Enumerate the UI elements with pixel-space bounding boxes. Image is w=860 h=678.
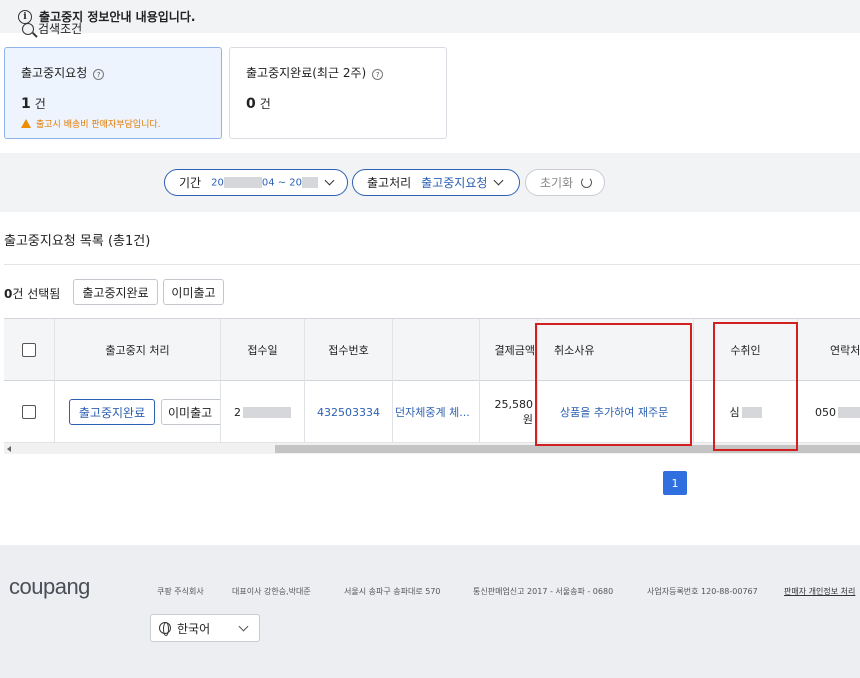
- list-title: 출고중지요청 목록 (총1건): [4, 234, 151, 249]
- period-range: 04 ~ 20: [261, 177, 303, 189]
- footer-telecom: 통신판매업신고 2017 - 서울송파 - 0680: [473, 587, 614, 596]
- pagination-page-1[interactable]: 1: [663, 471, 687, 495]
- period-redacted: [302, 176, 319, 188]
- footer: [0, 545, 860, 678]
- card-stop-complete-count: 0: [246, 96, 256, 112]
- highlight-recipient-column: [713, 322, 798, 451]
- period-redacted: [223, 176, 262, 188]
- header-checkbox-cell: [4, 319, 55, 381]
- refresh-icon: [581, 177, 593, 188]
- bulk-complete-button[interactable]: 출고중지완료: [73, 279, 158, 305]
- bulk-already-shipped-button[interactable]: 이미출고: [163, 279, 224, 305]
- footer-address: 서울시 송파구 송파대로 570: [344, 587, 441, 596]
- help-icon[interactable]: ?: [372, 69, 384, 80]
- process-filter[interactable]: 출고처리 출고중지요청: [352, 169, 520, 196]
- row-product[interactable]: 던자체중계 체...: [393, 381, 480, 443]
- language-value: 한국어: [177, 621, 211, 636]
- process-label: 출고처리: [367, 176, 412, 190]
- header-received-no: 접수번호: [305, 319, 393, 381]
- selected-suffix: 건 선택됨: [12, 287, 61, 301]
- selected-count-label: 0건 선택됨: [4, 285, 60, 302]
- globe-icon: [159, 622, 171, 636]
- card-stop-complete[interactable]: 출고중지완료(최근 2주) ? 0건: [229, 47, 447, 139]
- row-received-no[interactable]: 432503334: [305, 381, 393, 443]
- search-icon: [22, 22, 34, 35]
- footer-company: 쿠팡 주식회사: [157, 587, 204, 596]
- card-stop-request-title: 출고중지요청: [21, 66, 88, 80]
- row-already-shipped-button[interactable]: 이미출고: [161, 399, 220, 425]
- scroll-left-arrow-icon[interactable]: [7, 446, 11, 452]
- header-process: 출고중지 처리: [55, 319, 221, 381]
- reset-button[interactable]: 초기화: [525, 169, 605, 196]
- row-received-date: 2: [221, 381, 305, 443]
- row-checkbox-cell: [4, 381, 55, 443]
- header-received-date: 접수일: [221, 319, 305, 381]
- highlight-reason-column: [535, 323, 692, 446]
- footer-privacy-link[interactable]: 판매자 개인정보 처리: [784, 586, 860, 597]
- info-banner: i 출고중지 정보안내 내용입니다.: [0, 0, 860, 33]
- row-payment-unit: 원: [522, 412, 533, 426]
- header-product: [393, 319, 480, 381]
- language-select[interactable]: 한국어: [150, 614, 260, 642]
- warning-icon: [21, 119, 31, 128]
- row-checkbox[interactable]: [22, 405, 36, 419]
- period-start: 20: [211, 177, 224, 189]
- chevron-down-icon: [238, 621, 249, 631]
- search-label-text: 검색조건: [38, 22, 83, 36]
- period-label: 기간: [179, 176, 202, 190]
- row-process-cell: 출고중지완료 이미출고: [55, 381, 221, 443]
- row-payment-amount: 25,580: [494, 397, 534, 411]
- row-contact: 050: [798, 381, 860, 443]
- card-stop-complete-title: 출고중지완료(최근 2주): [246, 66, 367, 80]
- card-count-unit: 건: [34, 97, 46, 111]
- chevron-down-icon: [493, 175, 504, 186]
- card-count-unit: 건: [259, 97, 271, 111]
- period-filter[interactable]: 기간 20 04 ~ 20: [164, 169, 348, 196]
- row-contact-prefix: 050: [815, 405, 836, 419]
- row-complete-button[interactable]: 출고중지완료: [69, 399, 155, 425]
- coupang-logo[interactable]: coupang: [9, 574, 90, 600]
- header-payment: 결제금액: [480, 319, 538, 381]
- chevron-down-icon: [324, 175, 335, 186]
- select-all-checkbox[interactable]: [22, 343, 36, 357]
- header-contact: 연락처: [830, 344, 860, 357]
- card-warning-text: 출고시 배송비 판매자부담입니다.: [36, 120, 161, 130]
- row-payment: 25,580 원: [480, 381, 538, 443]
- card-stop-request-count: 1: [21, 96, 31, 112]
- process-value: 출고중지요청: [421, 176, 488, 190]
- row-date-prefix: 2: [234, 405, 241, 419]
- help-icon[interactable]: ?: [93, 69, 105, 80]
- footer-biz-no: 사업자등록번호 120-88-00767: [647, 587, 758, 596]
- contact-redacted: [838, 406, 860, 418]
- date-redacted: [243, 406, 291, 418]
- reset-label: 초기화: [540, 176, 574, 190]
- footer-ceo: 대표이사 강한승,박대준: [232, 587, 311, 596]
- card-stop-request[interactable]: 출고중지요청 ? 1건 출고시 배송비 판매자부담입니다.: [4, 47, 222, 139]
- search-conditions-label: 검색조건: [22, 20, 82, 37]
- divider: [4, 264, 860, 265]
